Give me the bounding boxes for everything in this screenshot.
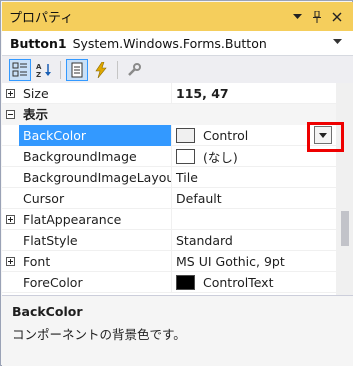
property-value[interactable]: MS UI Gothic, 9pt (171, 250, 353, 272)
object-selector[interactable]: Button1 System.Windows.Forms.Button (2, 31, 353, 56)
color-swatch (176, 127, 195, 143)
property-name[interactable]: FlatAppearance (19, 209, 171, 230)
vertical-scrollbar[interactable] (336, 83, 353, 295)
color-swatch (176, 274, 195, 290)
property-name[interactable]: BackgroundImage (19, 146, 171, 167)
color-swatch (176, 148, 195, 164)
row-margin (2, 188, 19, 209)
toolbar-separator (60, 60, 61, 79)
property-name[interactable]: BackColor (19, 124, 171, 146)
property-name[interactable]: FlatStyle (19, 230, 171, 251)
row-margin (2, 125, 19, 146)
property-row[interactable]: FlatStyle Standard (2, 229, 353, 251)
property-name[interactable]: Size (19, 83, 171, 104)
property-row[interactable]: BackgroundImageLayout Tile (2, 166, 353, 188)
property-value[interactable]: ControlText (171, 271, 353, 293)
property-name[interactable]: 表示 (19, 104, 171, 125)
close-icon[interactable] (327, 7, 347, 27)
expand-icon[interactable] (2, 83, 19, 104)
property-value[interactable]: Tile (171, 166, 353, 188)
svg-text:A: A (36, 63, 42, 71)
category-row[interactable]: 表示 (2, 104, 353, 125)
row-margin (2, 272, 19, 293)
property-value[interactable]: Default (171, 187, 353, 209)
row-margin (2, 146, 19, 167)
property-row[interactable]: BackColor Control (2, 124, 353, 146)
property-value-text: MS UI Gothic, 9pt (176, 253, 285, 269)
property-pages-icon[interactable] (123, 59, 145, 81)
property-value-text: 115, 47 (176, 85, 229, 101)
window-title: プロパティ (9, 11, 74, 26)
object-type: System.Windows.Forms.Button (72, 35, 267, 51)
properties-window: プロパティ Button1 System.Windows.Forms.Butto… (0, 0, 353, 366)
collapse-icon[interactable] (2, 104, 19, 125)
property-value[interactable]: 115, 47 (171, 83, 353, 104)
property-value-text: ControlText (203, 274, 274, 290)
property-value-text: Control (203, 127, 249, 143)
property-row[interactable]: BackgroundImage (なし) (2, 145, 353, 167)
expand-icon[interactable] (2, 209, 19, 230)
property-row[interactable]: Cursor Default (2, 187, 353, 209)
property-name[interactable]: BackgroundImageLayout (19, 167, 171, 188)
object-name: Button1 (10, 35, 67, 51)
property-name[interactable]: Cursor (19, 188, 171, 209)
scrollbar-thumb[interactable] (341, 211, 349, 246)
events-icon[interactable] (90, 59, 112, 81)
chevron-down-icon[interactable] (287, 7, 307, 27)
title-bar[interactable]: プロパティ (2, 2, 353, 31)
row-margin (2, 167, 19, 188)
description-text: コンポーネントの背景色です。 (12, 327, 186, 342)
description-title: BackColor (12, 304, 83, 319)
property-name[interactable]: ForeColor (19, 272, 171, 293)
property-value[interactable]: (なし) (171, 145, 353, 167)
property-value[interactable]: Standard (171, 229, 353, 251)
property-grid: Size 115, 47 表示 BackColor Control BackgroundI… (2, 83, 353, 295)
properties-icon[interactable] (66, 58, 88, 81)
svg-text:Z: Z (36, 71, 41, 78)
property-row[interactable]: Font MS UI Gothic, 9pt (2, 250, 353, 272)
property-value-text: Standard (176, 232, 233, 248)
property-row[interactable]: Size 115, 47 (2, 83, 353, 104)
categorized-icon[interactable] (9, 58, 31, 81)
alphabetical-icon[interactable]: A Z (33, 59, 55, 81)
expand-icon[interactable] (2, 251, 19, 272)
pin-icon[interactable] (307, 7, 327, 27)
property-value-text: Default (176, 190, 222, 206)
property-name[interactable]: Font (19, 251, 171, 272)
property-value-text: (なし) (203, 149, 238, 165)
toolbar: A Z (2, 56, 353, 83)
property-value[interactable] (171, 208, 353, 230)
property-row[interactable]: FlatAppearance (2, 208, 353, 230)
toolbar-separator (117, 60, 118, 79)
property-value-text: Tile (176, 169, 198, 185)
property-row[interactable]: ForeColor ControlText (2, 271, 353, 293)
row-margin (2, 230, 19, 251)
description-panel: BackColor コンポーネントの背景色です。 (2, 295, 353, 366)
value-dropdown-button[interactable] (314, 126, 332, 144)
chevron-down-icon[interactable] (333, 38, 347, 48)
